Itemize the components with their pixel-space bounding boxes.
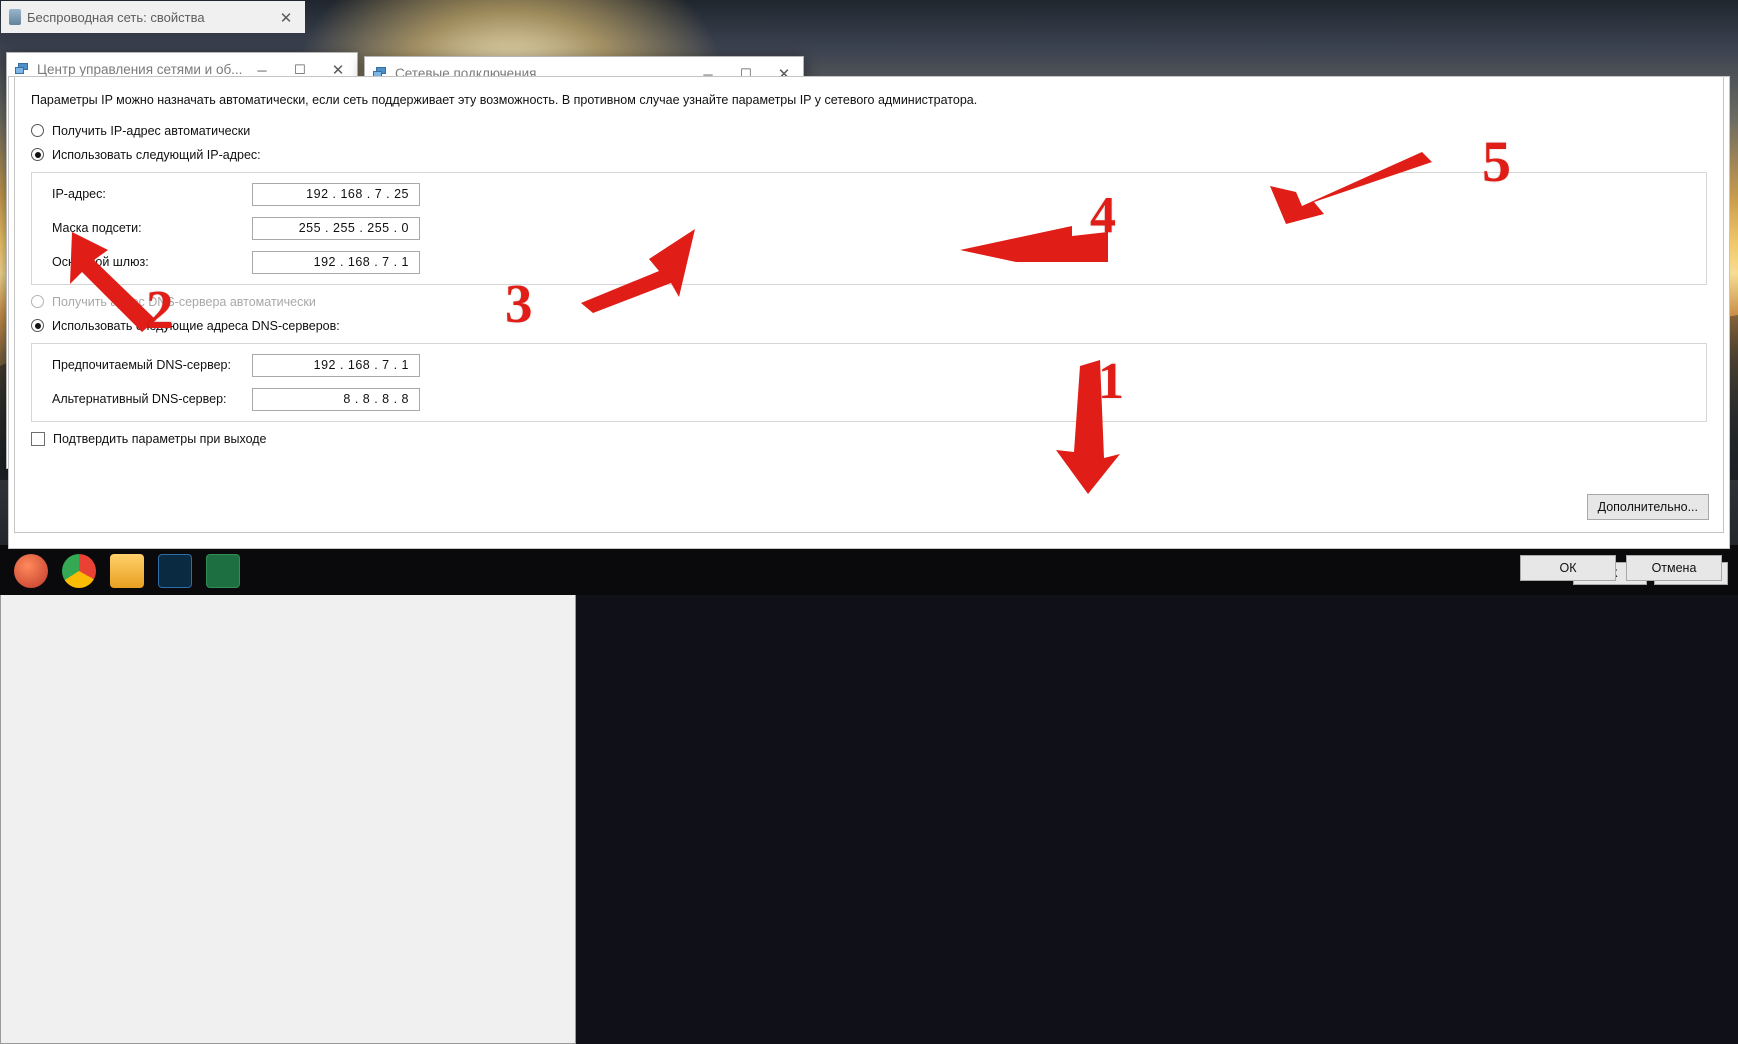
radio-manual-dns-button[interactable] <box>31 319 44 333</box>
ip-address-label: IP-адрес: <box>52 187 106 202</box>
annotation-arrow-4 <box>960 226 1108 262</box>
validate-on-exit-row[interactable]: Подтвердить параметры при выходе <box>31 431 1707 446</box>
validate-on-exit-label: Подтвердить параметры при выходе <box>53 431 267 446</box>
win4-ok-button[interactable]: ОК <box>1520 555 1616 581</box>
advanced-button-wrap[interactable]: Дополнительно... <box>1586 494 1709 520</box>
win4-panel: Параметры IP можно назначать автоматичес… <box>14 76 1724 533</box>
validate-on-exit-checkbox[interactable] <box>31 431 45 446</box>
annotation-arrow-2 <box>70 232 156 332</box>
radio-auto-ip-button[interactable] <box>31 124 44 138</box>
radio-manual-ip[interactable]: Использовать следующий IP-адрес: <box>31 148 1707 162</box>
advanced-button-label: Дополнительно... <box>1597 500 1698 514</box>
radio-auto-dns[interactable]: Получить адрес DNS-сервера автоматически <box>31 295 1707 309</box>
radio-manual-dns[interactable]: Использовать следующие адреса DNS-сервер… <box>31 319 1707 333</box>
ip-address-input[interactable]: 192 . 168 . 7 . 25 <box>252 182 420 206</box>
radio-auto-dns-button[interactable] <box>31 295 44 309</box>
explorer-icon[interactable] <box>110 554 144 588</box>
radio-auto-ip[interactable]: Получить IP-адрес автоматически <box>31 124 1707 138</box>
chrome-icon[interactable] <box>62 554 96 588</box>
win3-caption-buttons[interactable]: ✕ <box>267 1 305 33</box>
preferred-dns-label: Предпочитаемый DNS-сервер: <box>52 358 231 373</box>
field-row-default-gateway: Основной шлюз: 192 . 168 . 7 . 1 <box>52 250 1694 274</box>
win3-close-button[interactable]: ✕ <box>267 1 305 35</box>
annotation-number-2: 2 <box>146 279 174 340</box>
advanced-button[interactable]: Дополнительно... <box>1586 494 1709 520</box>
radio-manual-ip-button[interactable] <box>31 148 44 162</box>
annotation-number-5: 5 <box>1482 129 1511 194</box>
annotation-number-3: 3 <box>505 273 533 334</box>
alternate-dns-label: Альтернативный DNS-сервер: <box>52 392 227 407</box>
annotation-arrow-5 <box>1270 152 1432 224</box>
win1-title: Центр управления сетями и об... <box>37 62 243 77</box>
field-row-preferred-dns: Предпочитаемый DNS-сервер: 192 . 168 . 7… <box>52 353 1694 377</box>
preferred-dns-input[interactable]: 192 . 168 . 7 . 1 <box>252 353 420 377</box>
win4-ok-label: ОК <box>1559 561 1577 575</box>
win4-cancel-button[interactable]: Отмена <box>1626 555 1722 581</box>
default-gateway-input[interactable]: 192 . 168 . 7 . 1 <box>252 250 420 274</box>
dns-settings-group: Предпочитаемый DNS-сервер: 192 . 168 . 7… <box>31 342 1707 422</box>
annotation-number-1: 1 <box>1098 353 1124 410</box>
wireless-properties-icon <box>9 9 21 25</box>
taskbar[interactable]: ∧ РУС 10:08 24.05.2019 <box>0 545 1738 595</box>
radio-auto-ip-label: Получить IP-адрес автоматически <box>52 123 251 138</box>
network-icon <box>15 63 30 76</box>
win4-intro-text: Параметры IP можно назначать автоматичес… <box>31 93 978 107</box>
photoshop-icon[interactable] <box>158 554 192 588</box>
field-row-alternate-dns: Альтернативный DNS-сервер: 8 . 8 . 8 . 8 <box>52 387 1694 411</box>
annotation-arrow-3 <box>581 229 695 313</box>
annotation-number-4: 4 <box>1090 187 1116 244</box>
win3-titlebar[interactable]: Беспроводная сеть: свойства ✕ <box>1 1 305 33</box>
excel-icon[interactable] <box>206 554 240 588</box>
win4-cancel-label: Отмена <box>1651 561 1697 575</box>
alternate-dns-input[interactable]: 8 . 8 . 8 . 8 <box>252 387 420 411</box>
subnet-mask-input[interactable]: 255 . 255 . 255 . 0 <box>252 216 420 240</box>
win3-title: Беспроводная сеть: свойства <box>27 9 205 25</box>
ip-settings-group: IP-адрес: 192 . 168 . 7 . 25 Маска подсе… <box>31 171 1707 285</box>
radio-manual-ip-label: Использовать следующий IP-адрес: <box>52 147 261 162</box>
win4-footer[interactable]: ОК Отмена <box>1520 555 1722 581</box>
rocket-icon[interactable] <box>14 554 48 588</box>
